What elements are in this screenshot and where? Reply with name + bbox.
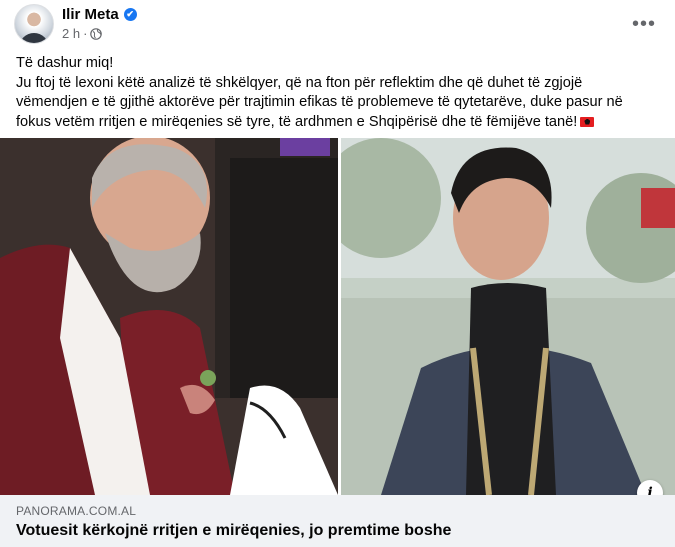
photo-right — [341, 138, 675, 495]
albania-flag-icon — [580, 116, 595, 127]
link-headline[interactable]: Votuesit kërkojnë rritjen e mirëqenies, … — [16, 522, 451, 540]
post-header: Ilir Meta ✔ 2 h · ••• — [14, 4, 664, 46]
photo-left — [0, 138, 338, 495]
post-meta: 2 h · — [62, 26, 103, 41]
link-preview-card[interactable]: i PANORAMA.COM.AL Votuesit kërkojnë rrit… — [0, 138, 675, 547]
post-text-greeting: Të dashur miq! — [16, 55, 114, 71]
post-timestamp[interactable]: 2 h — [62, 26, 80, 41]
post-text: Të dashur miq! Ju ftoj të lexoni këtë an… — [16, 54, 656, 132]
more-options-icon[interactable]: ••• — [630, 10, 658, 38]
verified-badge-icon: ✔ — [123, 8, 137, 21]
author-row: Ilir Meta ✔ — [62, 6, 137, 23]
post-text-paragraph: Ju ftoj të lexoni këtë analizë të shkëlq… — [16, 74, 623, 130]
globe-icon[interactable] — [90, 27, 103, 40]
link-caption[interactable]: PANORAMA.COM.AL Votuesit kërkojnë rritje… — [0, 495, 675, 547]
meta-separator: · — [83, 26, 88, 41]
post-text-body: Ju ftoj të lexoni këtë analizë të shkëlq… — [16, 74, 656, 133]
link-domain: PANORAMA.COM.AL — [16, 504, 137, 518]
author-name[interactable]: Ilir Meta — [62, 6, 119, 23]
author-avatar[interactable] — [14, 4, 54, 44]
